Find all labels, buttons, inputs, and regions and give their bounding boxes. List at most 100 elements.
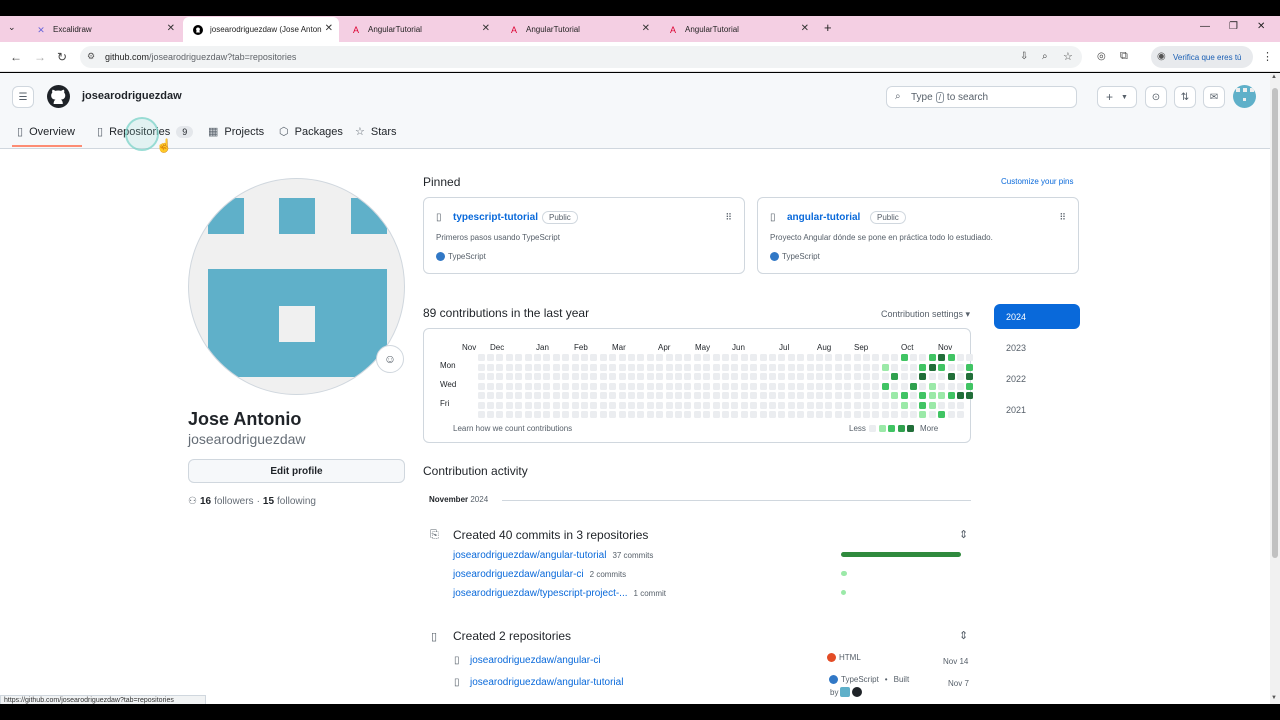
contribution-cell[interactable]	[693, 392, 701, 399]
contribution-cell[interactable]	[787, 354, 795, 361]
contribution-cell[interactable]	[806, 354, 814, 361]
inbox-icon[interactable]: ✉	[1203, 86, 1225, 108]
contribution-cell[interactable]	[571, 392, 579, 399]
following-count[interactable]: 15	[263, 496, 274, 507]
contribution-cell[interactable]	[487, 373, 494, 380]
contribution-cell[interactable]	[552, 363, 560, 371]
following-label[interactable]: following	[277, 496, 316, 507]
contribution-cell[interactable]	[637, 363, 645, 371]
contribution-cell[interactable]	[957, 392, 964, 399]
contribution-cell[interactable]	[487, 354, 494, 361]
contribution-cell[interactable]	[675, 411, 682, 418]
contribution-cell[interactable]	[806, 392, 814, 399]
contribution-cell[interactable]	[524, 392, 532, 399]
edit-profile-button[interactable]: Edit profile	[188, 459, 405, 483]
contribution-cell[interactable]	[947, 373, 955, 380]
contribution-cell[interactable]	[581, 363, 588, 371]
contribution-cell[interactable]	[599, 363, 607, 371]
learn-contributions-link[interactable]: Learn how we count contributions	[453, 424, 572, 433]
contribution-cell[interactable]	[797, 401, 805, 409]
contribution-cell[interactable]	[731, 363, 739, 371]
contribution-cell[interactable]	[891, 373, 899, 380]
contribution-cell[interactable]	[891, 392, 899, 399]
contribution-cell[interactable]	[515, 392, 523, 399]
contribution-cell[interactable]	[571, 363, 579, 371]
contribution-cell[interactable]	[703, 411, 711, 418]
search-input[interactable]: ⌕ Type / to search	[886, 86, 1077, 108]
contribution-cell[interactable]	[505, 354, 513, 361]
tab-github-profile[interactable]: josearodriguezdaw (Jose Anton ✕	[183, 17, 339, 42]
contribution-cell[interactable]	[722, 392, 729, 399]
contribution-cell[interactable]	[581, 373, 588, 380]
contribution-cell[interactable]	[562, 363, 570, 371]
contribution-cell[interactable]	[759, 401, 767, 409]
contribution-cell[interactable]	[750, 411, 758, 418]
contribution-cell[interactable]	[552, 411, 560, 418]
tab-list-chevron-icon[interactable]: ⌄	[8, 22, 16, 33]
status-emoji-icon[interactable]: ☺	[376, 345, 404, 373]
pull-requests-icon[interactable]: ⇅	[1174, 86, 1196, 108]
contribution-cell[interactable]	[825, 363, 833, 371]
contribution-cell[interactable]	[872, 373, 880, 380]
contribution-cell[interactable]	[665, 411, 673, 418]
contribution-cell[interactable]	[900, 382, 908, 390]
contribution-cell[interactable]	[618, 363, 626, 371]
contribution-cell[interactable]	[515, 354, 523, 361]
contribution-cell[interactable]	[778, 354, 786, 361]
created-repo-link[interactable]: josearodriguezdaw/angular-tutorial	[470, 677, 623, 688]
reload-icon[interactable]: ↻	[57, 50, 67, 64]
contribution-cell[interactable]	[562, 382, 570, 390]
contribution-cell[interactable]	[496, 373, 504, 380]
year-button-2021[interactable]: 2021	[994, 397, 1080, 422]
contribution-cell[interactable]	[684, 392, 692, 399]
contribution-cell[interactable]	[665, 373, 673, 380]
contribution-cell[interactable]	[524, 354, 532, 361]
contribution-cell[interactable]	[759, 354, 767, 361]
contribution-cell[interactable]	[646, 382, 654, 390]
extensions-puzzle-icon[interactable]: ⧉	[1120, 50, 1128, 63]
contribution-cell[interactable]	[834, 401, 842, 409]
contribution-cell[interactable]	[957, 373, 964, 380]
contribution-cell[interactable]	[722, 363, 729, 371]
contribution-cell[interactable]	[919, 401, 927, 409]
contribution-cell[interactable]	[957, 354, 964, 361]
contribution-cell[interactable]	[703, 354, 711, 361]
contribution-cell[interactable]	[900, 363, 908, 371]
contribution-cell[interactable]	[928, 354, 936, 361]
followers-count[interactable]: 16	[200, 496, 211, 507]
pinned-repo-card[interactable]: ▯ angular-tutorial Public ⠿ Proyecto Ang…	[757, 197, 1079, 274]
contribution-cell[interactable]	[590, 411, 598, 418]
repos-summary[interactable]: Created 2 repositories	[453, 629, 571, 643]
contribution-cell[interactable]	[684, 401, 692, 409]
contribution-cell[interactable]	[477, 382, 485, 390]
contribution-cell[interactable]	[675, 382, 682, 390]
window-close-icon[interactable]: ✕	[1257, 21, 1265, 32]
contribution-cell[interactable]	[778, 382, 786, 390]
contribution-cell[interactable]	[844, 382, 852, 390]
contribution-cell[interactable]	[712, 401, 720, 409]
contribution-cell[interactable]	[759, 373, 767, 380]
contribution-cell[interactable]	[938, 373, 946, 380]
contribution-cell[interactable]	[618, 411, 626, 418]
contribution-cell[interactable]	[844, 363, 852, 371]
contribution-cell[interactable]	[552, 373, 560, 380]
contribution-cell[interactable]	[571, 382, 579, 390]
contribution-cell[interactable]	[938, 382, 946, 390]
contribution-cell[interactable]	[543, 392, 551, 399]
contribution-cell[interactable]	[910, 354, 917, 361]
github-logo-icon[interactable]	[47, 85, 70, 113]
contribution-cell[interactable]	[957, 401, 964, 409]
contribution-cell[interactable]	[947, 401, 955, 409]
contribution-cell[interactable]	[665, 363, 673, 371]
contribution-cell[interactable]	[740, 411, 748, 418]
contribution-cell[interactable]	[534, 392, 541, 399]
contribution-cell[interactable]	[722, 401, 729, 409]
contribution-cell[interactable]	[534, 411, 541, 418]
contribution-cell[interactable]	[797, 411, 805, 418]
github-bot-avatar-icon[interactable]	[852, 687, 863, 697]
contribution-cell[interactable]	[552, 354, 560, 361]
contribution-cell[interactable]	[712, 392, 720, 399]
contribution-cell[interactable]	[806, 401, 814, 409]
contribution-cell[interactable]	[487, 401, 494, 409]
contribution-cell[interactable]	[769, 373, 776, 380]
